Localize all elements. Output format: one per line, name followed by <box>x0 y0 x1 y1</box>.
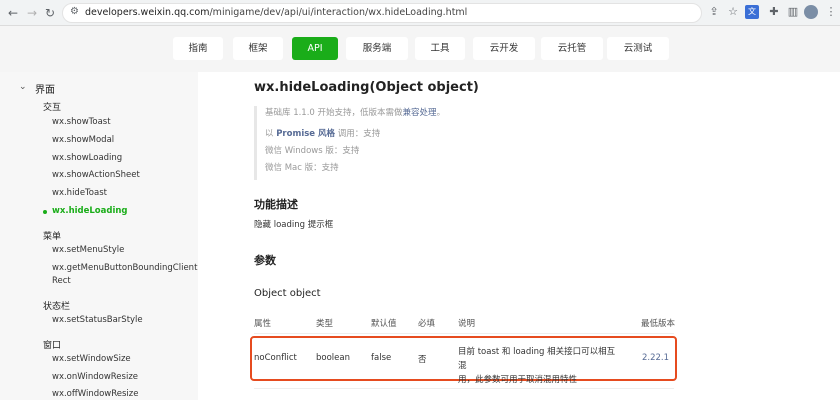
side-panel-icon[interactable]: ▥ <box>785 4 801 20</box>
sidebar-root-ui[interactable]: 界面 <box>35 81 55 96</box>
sidebar-item-offwindowresize[interactable]: wx.offWindowResize <box>52 389 139 399</box>
active-indicator-icon <box>43 210 47 214</box>
sidebar-item-setwindowsize[interactable]: wx.setWindowSize <box>52 354 131 364</box>
cell-required: 否 <box>418 355 427 365</box>
support-mac: 微信 Mac 版：支持 <box>265 163 339 173</box>
sidebar-item-onwindowresize[interactable]: wx.onWindowResize <box>52 372 138 382</box>
tab-framework[interactable]: 框架 <box>233 37 283 60</box>
main-content: wx.hideLoading(Object object) 基础库 1.1.0 … <box>198 72 840 400</box>
section-title-description: 功能描述 <box>254 198 298 211</box>
browser-toolbar: ← → ↻ ⚙ developers.weixin.qq.com/minigam… <box>0 0 840 26</box>
sidebar: ⌄ 界面 交互 wx.showToast wx.showModal wx.sho… <box>0 72 198 400</box>
sidebar-item-setmenustyle[interactable]: wx.setMenuStyle <box>52 245 124 255</box>
sidebar-item-getmenubuttonboundingclientrect[interactable]: wx.getMenuButtonBoundingClient <box>52 263 197 273</box>
share-icon[interactable]: ⇪ <box>706 4 722 20</box>
sidebar-group-statusbar[interactable]: 状态栏 <box>43 299 70 312</box>
col-header-property: 属性 <box>254 319 272 329</box>
page-title: wx.hideLoading(Object object) <box>254 80 479 95</box>
table-divider-2 <box>254 388 674 389</box>
sidebar-item-showtoast[interactable]: wx.showToast <box>52 117 111 127</box>
cell-min-version[interactable]: 2.22.1 <box>642 353 669 363</box>
col-header-type: 类型 <box>316 319 334 329</box>
section-title-params: 参数 <box>254 254 276 267</box>
reload-icon[interactable]: ↻ <box>45 5 55 21</box>
col-header-min-version: 最低版本 <box>641 319 676 329</box>
browser-menu-icon[interactable]: ⋮ <box>823 4 839 20</box>
extensions-icon[interactable]: ✚ <box>766 4 782 20</box>
sidebar-item-showloading[interactable]: wx.showLoading <box>52 153 122 163</box>
sidebar-item-hidetoast[interactable]: wx.hideToast <box>52 188 107 198</box>
tab-server[interactable]: 服务端 <box>346 37 408 60</box>
url-text[interactable]: developers.weixin.qq.com/minigame/dev/ap… <box>85 7 467 18</box>
support-baselib: 基础库 1.1.0 开始支持，低版本需做兼容处理。 <box>265 108 446 118</box>
tab-cloud-hosting[interactable]: 云托管 <box>541 37 603 60</box>
promise-style-link[interactable]: Promise 风格 <box>276 129 335 139</box>
site-info-icon[interactable]: ⚙ <box>70 6 79 17</box>
object-title: Object object <box>254 288 321 299</box>
sidebar-item-showactionsheet[interactable]: wx.showActionSheet <box>52 170 140 180</box>
sidebar-group-window[interactable]: 窗口 <box>43 338 61 351</box>
forward-icon[interactable]: → <box>27 5 37 21</box>
col-header-default: 默认值 <box>371 319 397 329</box>
description-text: 隐藏 loading 提示框 <box>254 220 334 230</box>
sidebar-group-interaction[interactable]: 交互 <box>43 100 61 113</box>
sidebar-item-hideloading[interactable]: wx.hideLoading <box>52 206 128 216</box>
profile-avatar[interactable] <box>804 5 818 19</box>
bookmark-star-icon[interactable]: ☆ <box>725 4 741 20</box>
support-windows: 微信 Windows 版：支持 <box>265 146 360 156</box>
tab-guide[interactable]: 指南 <box>173 37 223 60</box>
col-header-description: 说明 <box>458 319 476 329</box>
sidebar-group-menu[interactable]: 菜单 <box>43 229 61 242</box>
table-divider <box>254 333 674 334</box>
cell-default: false <box>371 353 392 363</box>
support-promise: 以 Promise 风格 调用：支持 <box>265 129 381 139</box>
tab-tools[interactable]: 工具 <box>415 37 465 60</box>
translate-icon[interactable]: 文 <box>745 5 759 19</box>
address-bar[interactable]: ⚙ developers.weixin.qq.com/minigame/dev/… <box>62 3 702 23</box>
chevron-down-icon[interactable]: ⌄ <box>19 82 27 92</box>
compat-link[interactable]: 兼容处理 <box>403 108 437 118</box>
sidebar-item-setstatusbarstyle[interactable]: wx.setStatusBarStyle <box>52 315 143 325</box>
top-navigation: 指南 框架 API 服务端 工具 云开发 云托管 云测试 <box>0 26 840 72</box>
cell-type: boolean <box>316 353 350 363</box>
tab-cloud-dev[interactable]: 云开发 <box>473 37 535 60</box>
sidebar-item-showmodal[interactable]: wx.showModal <box>52 135 114 145</box>
sidebar-item-getmenubuttonboundingclientrect-cont[interactable]: Rect <box>52 276 71 286</box>
cell-description: 目前 toast 和 loading 相关接口可以相互混 用，此参数可用于取消混… <box>458 347 616 385</box>
tab-api[interactable]: API <box>292 37 338 60</box>
tab-cloud-test[interactable]: 云测试 <box>607 37 669 60</box>
cell-property: noConflict <box>254 353 297 363</box>
col-header-required: 必填 <box>418 319 436 329</box>
support-note: 基础库 1.1.0 开始支持，低版本需做兼容处理。 以 Promise 风格 调… <box>254 106 514 180</box>
back-icon[interactable]: ← <box>8 5 18 21</box>
